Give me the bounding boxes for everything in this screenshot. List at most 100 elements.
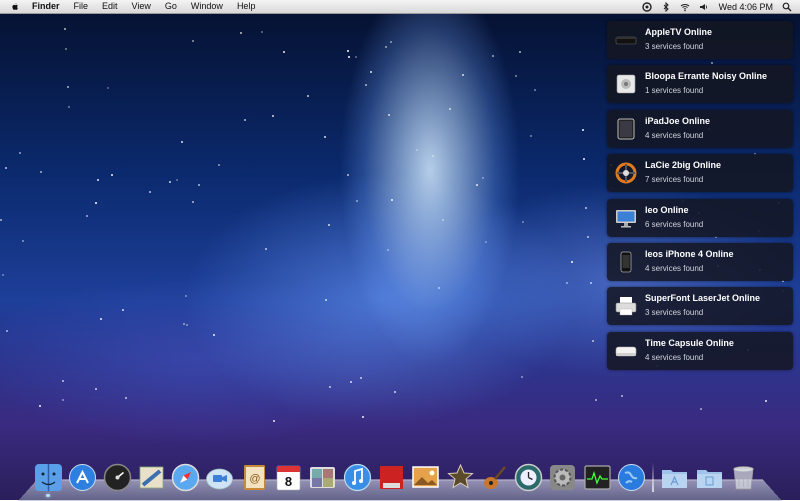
- star: [67, 86, 69, 88]
- mail-icon[interactable]: [137, 463, 166, 492]
- facetime-icon[interactable]: [205, 463, 234, 492]
- applications-folder-icon[interactable]: [660, 463, 689, 492]
- star: [348, 56, 350, 58]
- star: [360, 377, 362, 379]
- star: [185, 295, 187, 297]
- menu-window[interactable]: Window: [191, 0, 223, 13]
- star: [492, 55, 494, 57]
- star: [328, 224, 330, 226]
- star: [6, 330, 8, 332]
- notification[interactable]: leos iPhone 4 Online 4 services found: [607, 242, 793, 281]
- star: [587, 236, 589, 238]
- menu-clock[interactable]: Wed 4:06 PM: [719, 2, 773, 12]
- speaker-icon: [616, 75, 636, 94]
- star: [192, 40, 194, 42]
- star: [68, 106, 70, 108]
- star: [585, 207, 587, 209]
- safari-icon[interactable]: [171, 463, 200, 492]
- star: [449, 108, 451, 110]
- star: [329, 386, 331, 388]
- notification[interactable]: iPadJoe Online 4 services found: [607, 109, 793, 148]
- notification[interactable]: LaCie 2big Online 7 services found: [607, 154, 793, 193]
- star: [390, 41, 392, 43]
- star: [100, 318, 102, 320]
- apple-menu-icon[interactable]: [10, 2, 20, 12]
- star: [272, 115, 274, 117]
- volume-icon[interactable]: [699, 2, 709, 12]
- star: [324, 136, 326, 138]
- star: [765, 400, 767, 402]
- lacie-icon: [615, 162, 637, 184]
- notification[interactable]: Bloopa Errante Noisy Online 1 services f…: [607, 65, 793, 104]
- menu-go[interactable]: Go: [165, 0, 177, 13]
- network-globe-icon[interactable]: [617, 463, 646, 492]
- notification-title: LaCie 2big Online: [645, 160, 722, 171]
- notification-subtitle: 3 services found: [645, 308, 704, 318]
- menu-app-name[interactable]: Finder: [32, 0, 60, 13]
- system-preferences-icon[interactable]: [548, 463, 577, 492]
- star: [534, 89, 536, 91]
- dock: @ 8: [34, 456, 763, 497]
- star: [582, 129, 584, 131]
- star: [261, 31, 263, 33]
- star: [169, 181, 171, 183]
- star: [583, 158, 585, 160]
- star: [192, 201, 194, 203]
- bluetooth-icon[interactable]: [661, 1, 671, 12]
- photo-app-icon[interactable]: [377, 463, 406, 492]
- notification[interactable]: SuperFont LaserJet Online 3 services fou…: [607, 287, 793, 326]
- notification[interactable]: Time Capsule Online 4 services found: [607, 331, 793, 370]
- star: [394, 391, 396, 393]
- star: [22, 240, 24, 242]
- finder-icon[interactable]: [34, 463, 63, 497]
- star: [391, 199, 393, 201]
- menu-help[interactable]: Help: [237, 0, 256, 13]
- star: [595, 399, 597, 401]
- notification-subtitle: 7 services found: [645, 175, 704, 185]
- app-store-icon[interactable]: [68, 463, 97, 492]
- itunes-icon[interactable]: [343, 463, 372, 492]
- notification[interactable]: leo Online 6 services found: [607, 198, 793, 237]
- star: [2, 274, 4, 276]
- star: [122, 309, 124, 311]
- star: [522, 221, 524, 223]
- activity-monitor-icon[interactable]: [583, 463, 612, 492]
- star: [265, 248, 267, 250]
- ical-icon[interactable]: 8: [274, 463, 303, 492]
- star: [62, 399, 64, 401]
- menu-file[interactable]: File: [74, 0, 89, 13]
- star: [700, 408, 702, 410]
- star: [515, 75, 517, 77]
- wifi-icon[interactable]: [680, 2, 690, 12]
- star: [370, 71, 372, 73]
- notification[interactable]: AppleTV Online 3 services found: [607, 21, 793, 59]
- trash-icon[interactable]: [729, 463, 758, 492]
- star: [387, 249, 389, 251]
- spotlight-icon[interactable]: [782, 2, 792, 12]
- star: [476, 184, 478, 186]
- star: [149, 191, 151, 193]
- ipad-icon: [617, 118, 635, 140]
- garageband-icon[interactable]: [480, 463, 509, 492]
- iphoto-icon[interactable]: [411, 463, 440, 492]
- menu-view[interactable]: View: [132, 0, 151, 13]
- documents-folder-icon[interactable]: [695, 463, 724, 492]
- notification-title: iPadJoe Online: [645, 115, 711, 126]
- notification-title: SuperFont LaserJet Online: [645, 293, 761, 304]
- time-machine-icon[interactable]: [514, 463, 543, 492]
- star: [462, 74, 464, 76]
- star: [65, 48, 67, 50]
- star: [62, 380, 64, 382]
- dashboard-icon[interactable]: [103, 463, 132, 492]
- star: [388, 114, 390, 116]
- sync-icon[interactable]: [641, 1, 652, 12]
- imovie-icon[interactable]: [446, 463, 475, 492]
- photo-booth-icon[interactable]: [308, 463, 337, 492]
- star: [111, 174, 113, 176]
- star: [347, 50, 349, 52]
- notification-subtitle: 4 services found: [645, 130, 704, 140]
- menu-edit[interactable]: Edit: [102, 0, 118, 13]
- address-book-icon[interactable]: @: [240, 463, 269, 492]
- menu-extras: Wed 4:06 PM: [633, 0, 792, 13]
- star: [432, 155, 434, 157]
